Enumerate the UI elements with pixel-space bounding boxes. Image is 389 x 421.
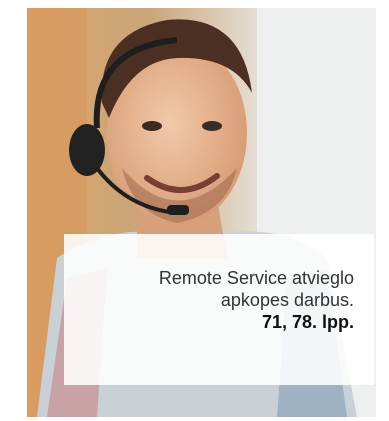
page-reference: 71, 78. lpp. xyxy=(261,312,354,332)
caption-text: Remote Service atvieglo apkopes darbus. … xyxy=(84,267,354,333)
caption-panel: Remote Service atvieglo apkopes darbus. … xyxy=(64,234,374,385)
caption-line-1: Remote Service atvieglo xyxy=(158,268,354,288)
caption-line-2: apkopes darbus. xyxy=(220,290,354,310)
